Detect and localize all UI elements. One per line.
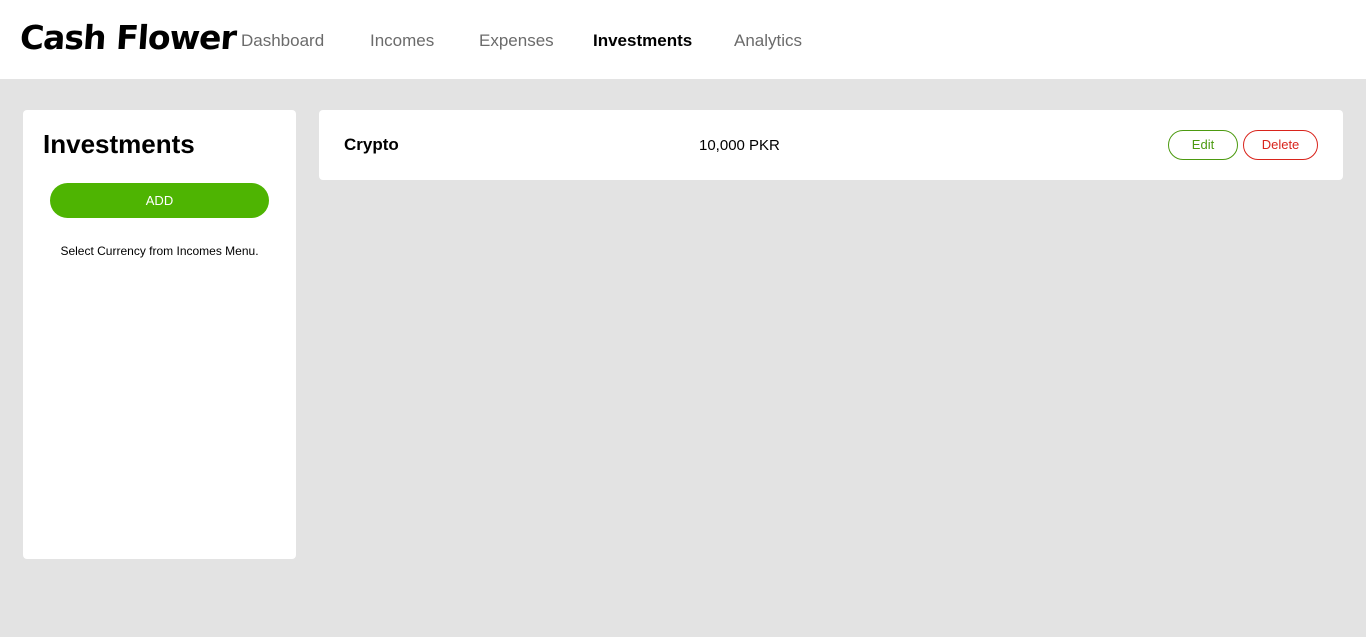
currency-hint-text: Select Currency from Incomes Menu.	[60, 244, 259, 258]
investment-amount: 10,000 PKR	[699, 137, 780, 154]
investments-sidebar: Investments ADD Select Currency from Inc…	[23, 110, 296, 559]
nav-item-dashboard[interactable]: Dashboard	[241, 30, 324, 52]
add-investment-button[interactable]: ADD	[50, 183, 269, 218]
investments-list: Crypto 10,000 PKR Edit Delete	[319, 110, 1343, 180]
edit-button[interactable]: Edit	[1168, 130, 1238, 160]
top-navbar: Cash Flower Dashboard Incomes Expenses I…	[0, 0, 1366, 79]
nav-item-incomes[interactable]: Incomes	[370, 30, 434, 52]
nav-item-investments[interactable]: Investments	[593, 30, 692, 52]
nav-item-analytics[interactable]: Analytics	[734, 30, 802, 52]
page-title: Investments	[43, 129, 195, 159]
nav-item-expenses[interactable]: Expenses	[479, 30, 554, 52]
brand-logo[interactable]: Cash Flower	[19, 18, 238, 58]
investment-name: Crypto	[344, 135, 399, 154]
delete-button[interactable]: Delete	[1243, 130, 1318, 160]
list-item: Crypto 10,000 PKR Edit Delete	[319, 110, 1343, 180]
